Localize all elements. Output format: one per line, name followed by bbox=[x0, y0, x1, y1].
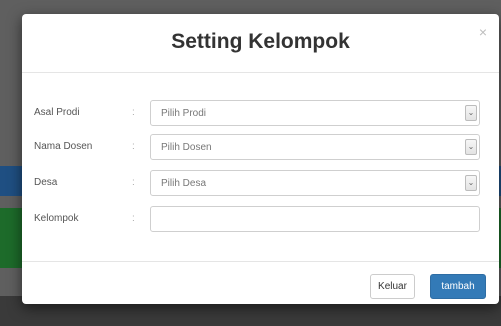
close-icon[interactable]: × bbox=[479, 24, 487, 40]
separator: : bbox=[132, 141, 135, 152]
desa-selected-value: Pilih Desa bbox=[161, 178, 207, 189]
form-row-asal-prodi: Asal Prodi : Pilih Prodi ⌄ bbox=[22, 100, 499, 128]
asal-prodi-label: Asal Prodi bbox=[34, 107, 80, 118]
kelompok-input[interactable] bbox=[150, 206, 480, 232]
separator: : bbox=[132, 107, 135, 118]
nama-dosen-select[interactable]: Pilih Dosen ⌄ bbox=[150, 134, 480, 160]
separator: : bbox=[132, 177, 135, 188]
nama-dosen-label: Nama Dosen bbox=[34, 141, 93, 152]
separator: : bbox=[132, 213, 135, 224]
modal-footer: Keluar tambah bbox=[22, 261, 499, 304]
setting-kelompok-dialog: Setting Kelompok × Asal Prodi : Pilih Pr… bbox=[22, 14, 499, 304]
nama-dosen-selected-value: Pilih Dosen bbox=[161, 142, 212, 153]
tambah-button[interactable]: tambah bbox=[430, 274, 486, 299]
asal-prodi-selected-value: Pilih Prodi bbox=[161, 108, 207, 119]
desa-label: Desa bbox=[34, 177, 58, 188]
kelompok-label: Kelompok bbox=[34, 213, 79, 224]
chevron-down-icon: ⌄ bbox=[465, 105, 477, 121]
asal-prodi-select[interactable]: Pilih Prodi ⌄ bbox=[150, 100, 480, 126]
chevron-down-icon: ⌄ bbox=[465, 139, 477, 155]
form-row-nama-dosen: Nama Dosen : Pilih Dosen ⌄ bbox=[22, 134, 499, 162]
keluar-button[interactable]: Keluar bbox=[370, 274, 415, 299]
desa-select[interactable]: Pilih Desa ⌄ bbox=[150, 170, 480, 196]
chevron-down-icon: ⌄ bbox=[465, 175, 477, 191]
modal-header: Setting Kelompok × bbox=[22, 14, 499, 73]
form-row-kelompok: Kelompok : bbox=[22, 206, 499, 234]
modal-title: Setting Kelompok bbox=[171, 30, 350, 53]
form-row-desa: Desa : Pilih Desa ⌄ bbox=[22, 170, 499, 198]
